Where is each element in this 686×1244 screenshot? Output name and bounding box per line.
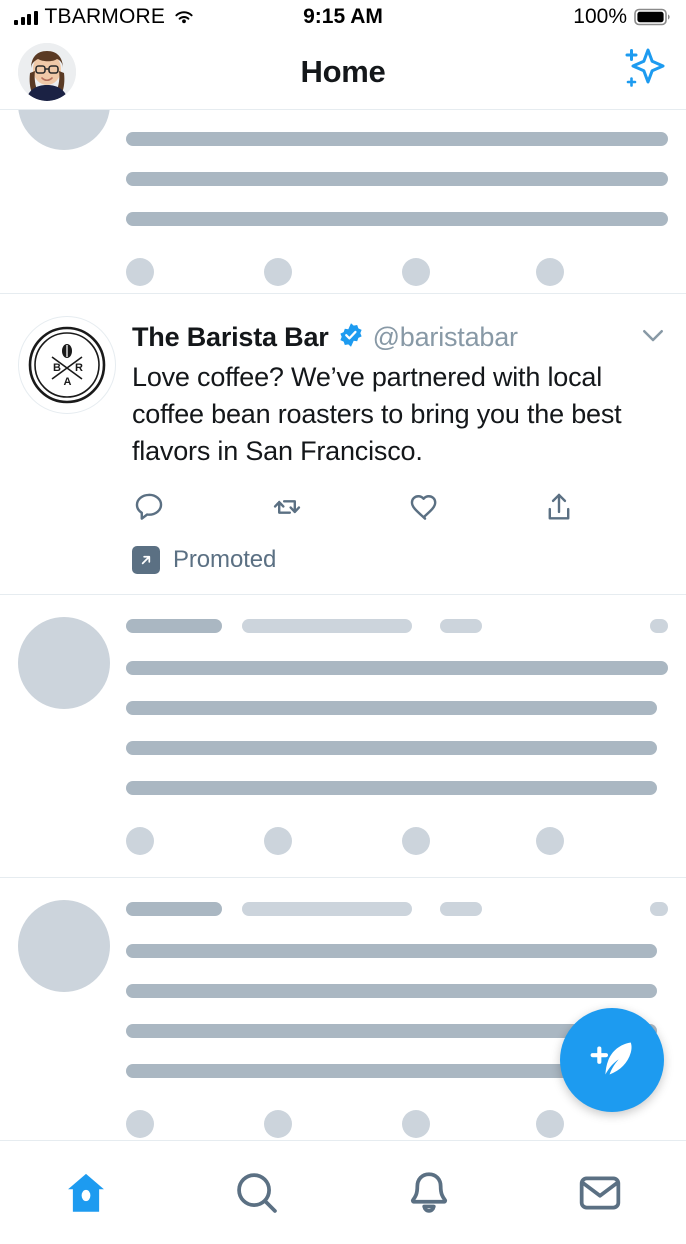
skeleton-text-line bbox=[126, 661, 668, 675]
skeleton-action-dot bbox=[264, 1110, 292, 1138]
skeleton-action-dot bbox=[402, 1110, 430, 1138]
svg-text:A: A bbox=[64, 376, 72, 388]
skeleton-action-dot bbox=[536, 1110, 564, 1138]
tab-search[interactable] bbox=[172, 1168, 344, 1218]
search-icon bbox=[237, 1172, 278, 1213]
skeleton-avatar bbox=[18, 900, 110, 992]
skeleton-action-dot bbox=[402, 827, 430, 855]
promoted-label-row[interactable]: Promoted bbox=[132, 546, 668, 594]
skeleton-action-dot bbox=[126, 1110, 154, 1138]
skeleton-action-dot bbox=[402, 258, 430, 286]
signal-bars-icon bbox=[14, 10, 38, 25]
skeleton-timestamp-bar bbox=[440, 619, 482, 633]
skeleton-action-dot bbox=[536, 258, 564, 286]
skeleton-name-bar bbox=[126, 902, 222, 916]
skeleton-action-dot bbox=[126, 827, 154, 855]
bell-icon bbox=[410, 1171, 447, 1213]
app-bar: Home bbox=[0, 34, 686, 110]
skeleton-tweet-top[interactable] bbox=[0, 110, 686, 294]
promoted-handle[interactable]: @baristabar bbox=[373, 322, 518, 353]
skeleton-action-dot bbox=[536, 827, 564, 855]
skeleton-avatar bbox=[18, 617, 110, 709]
promoted-label: Promoted bbox=[173, 546, 277, 573]
skeleton-text-line bbox=[126, 944, 658, 958]
skeleton-avatar bbox=[18, 110, 110, 150]
skeleton-name-bar bbox=[126, 619, 222, 633]
status-bar-left: TBARMORE bbox=[14, 5, 196, 29]
skeleton-tweet-2[interactable] bbox=[0, 595, 686, 878]
like-button[interactable] bbox=[408, 490, 442, 524]
battery-full-icon bbox=[634, 8, 670, 26]
promoted-display-name[interactable]: The Barista Bar bbox=[132, 322, 329, 353]
timeline-feed[interactable]: B R A The Barista Bar @baristabar Love c… bbox=[0, 110, 686, 1140]
carrier-label: TBARMORE bbox=[44, 5, 166, 28]
skeleton-text-line bbox=[126, 172, 668, 186]
skeleton-caret-dot bbox=[650, 619, 668, 633]
page-title: Home bbox=[300, 53, 386, 89]
skeleton-action-dot bbox=[126, 258, 154, 286]
skeleton-header-row bbox=[126, 900, 668, 918]
promoted-tweet-header: The Barista Bar @baristabar bbox=[132, 316, 668, 355]
skeleton-handle-bar bbox=[242, 902, 412, 916]
reply-button[interactable] bbox=[132, 490, 166, 524]
skeleton-timestamp-bar bbox=[440, 902, 482, 916]
retweet-button[interactable] bbox=[270, 490, 304, 524]
svg-text:B: B bbox=[53, 362, 61, 374]
skeleton-caret-dot bbox=[650, 902, 668, 916]
sparkle-icon[interactable] bbox=[614, 42, 668, 101]
barista-bar-logo[interactable]: B R A bbox=[18, 316, 116, 414]
wifi-icon bbox=[175, 11, 193, 24]
status-bar-right: 100% bbox=[573, 5, 672, 29]
skeleton-header-row bbox=[126, 617, 668, 635]
skeleton-handle-bar bbox=[242, 619, 412, 633]
tab-home[interactable] bbox=[0, 1168, 172, 1218]
envelope-icon bbox=[580, 1176, 621, 1209]
promoted-tweet-text: Love coffee? We’ve partnered with local … bbox=[132, 362, 622, 466]
home-icon bbox=[67, 1173, 104, 1212]
skeleton-text-line bbox=[126, 781, 658, 795]
skeleton-text-line bbox=[126, 212, 668, 226]
profile-avatar[interactable] bbox=[18, 42, 76, 101]
skeleton-text-line bbox=[126, 132, 668, 146]
skeleton-text-line bbox=[126, 741, 658, 755]
skeleton-action-row bbox=[126, 1110, 668, 1140]
compose-feather-icon bbox=[590, 1042, 632, 1075]
share-button[interactable] bbox=[542, 490, 576, 524]
skeleton-text-line bbox=[126, 701, 658, 715]
bottom-tab-bar bbox=[0, 1140, 686, 1244]
promoted-action-row bbox=[132, 490, 668, 524]
skeleton-action-dot bbox=[264, 258, 292, 286]
skeleton-action-row bbox=[126, 258, 668, 293]
verified-badge-icon bbox=[338, 322, 364, 353]
promoted-tweet[interactable]: B R A The Barista Bar @baristabar Love c… bbox=[0, 294, 686, 595]
status-bar: TBARMORE 9:15 AM 100% bbox=[0, 0, 686, 34]
skeleton-action-dot bbox=[264, 827, 292, 855]
compose-tweet-button[interactable] bbox=[560, 1008, 664, 1112]
skeleton-text-line bbox=[126, 984, 658, 998]
skeleton-action-row bbox=[126, 827, 668, 877]
promoted-arrow-icon bbox=[132, 546, 160, 574]
chevron-down-icon[interactable] bbox=[628, 320, 668, 355]
tab-messages[interactable] bbox=[515, 1168, 686, 1218]
twitter-home-screen: TBARMORE 9:15 AM 100% Home B R A The Bar… bbox=[0, 0, 686, 1244]
tab-notifications[interactable] bbox=[343, 1168, 515, 1218]
battery-percent-label: 100% bbox=[573, 5, 627, 28]
svg-text:R: R bbox=[75, 362, 83, 374]
